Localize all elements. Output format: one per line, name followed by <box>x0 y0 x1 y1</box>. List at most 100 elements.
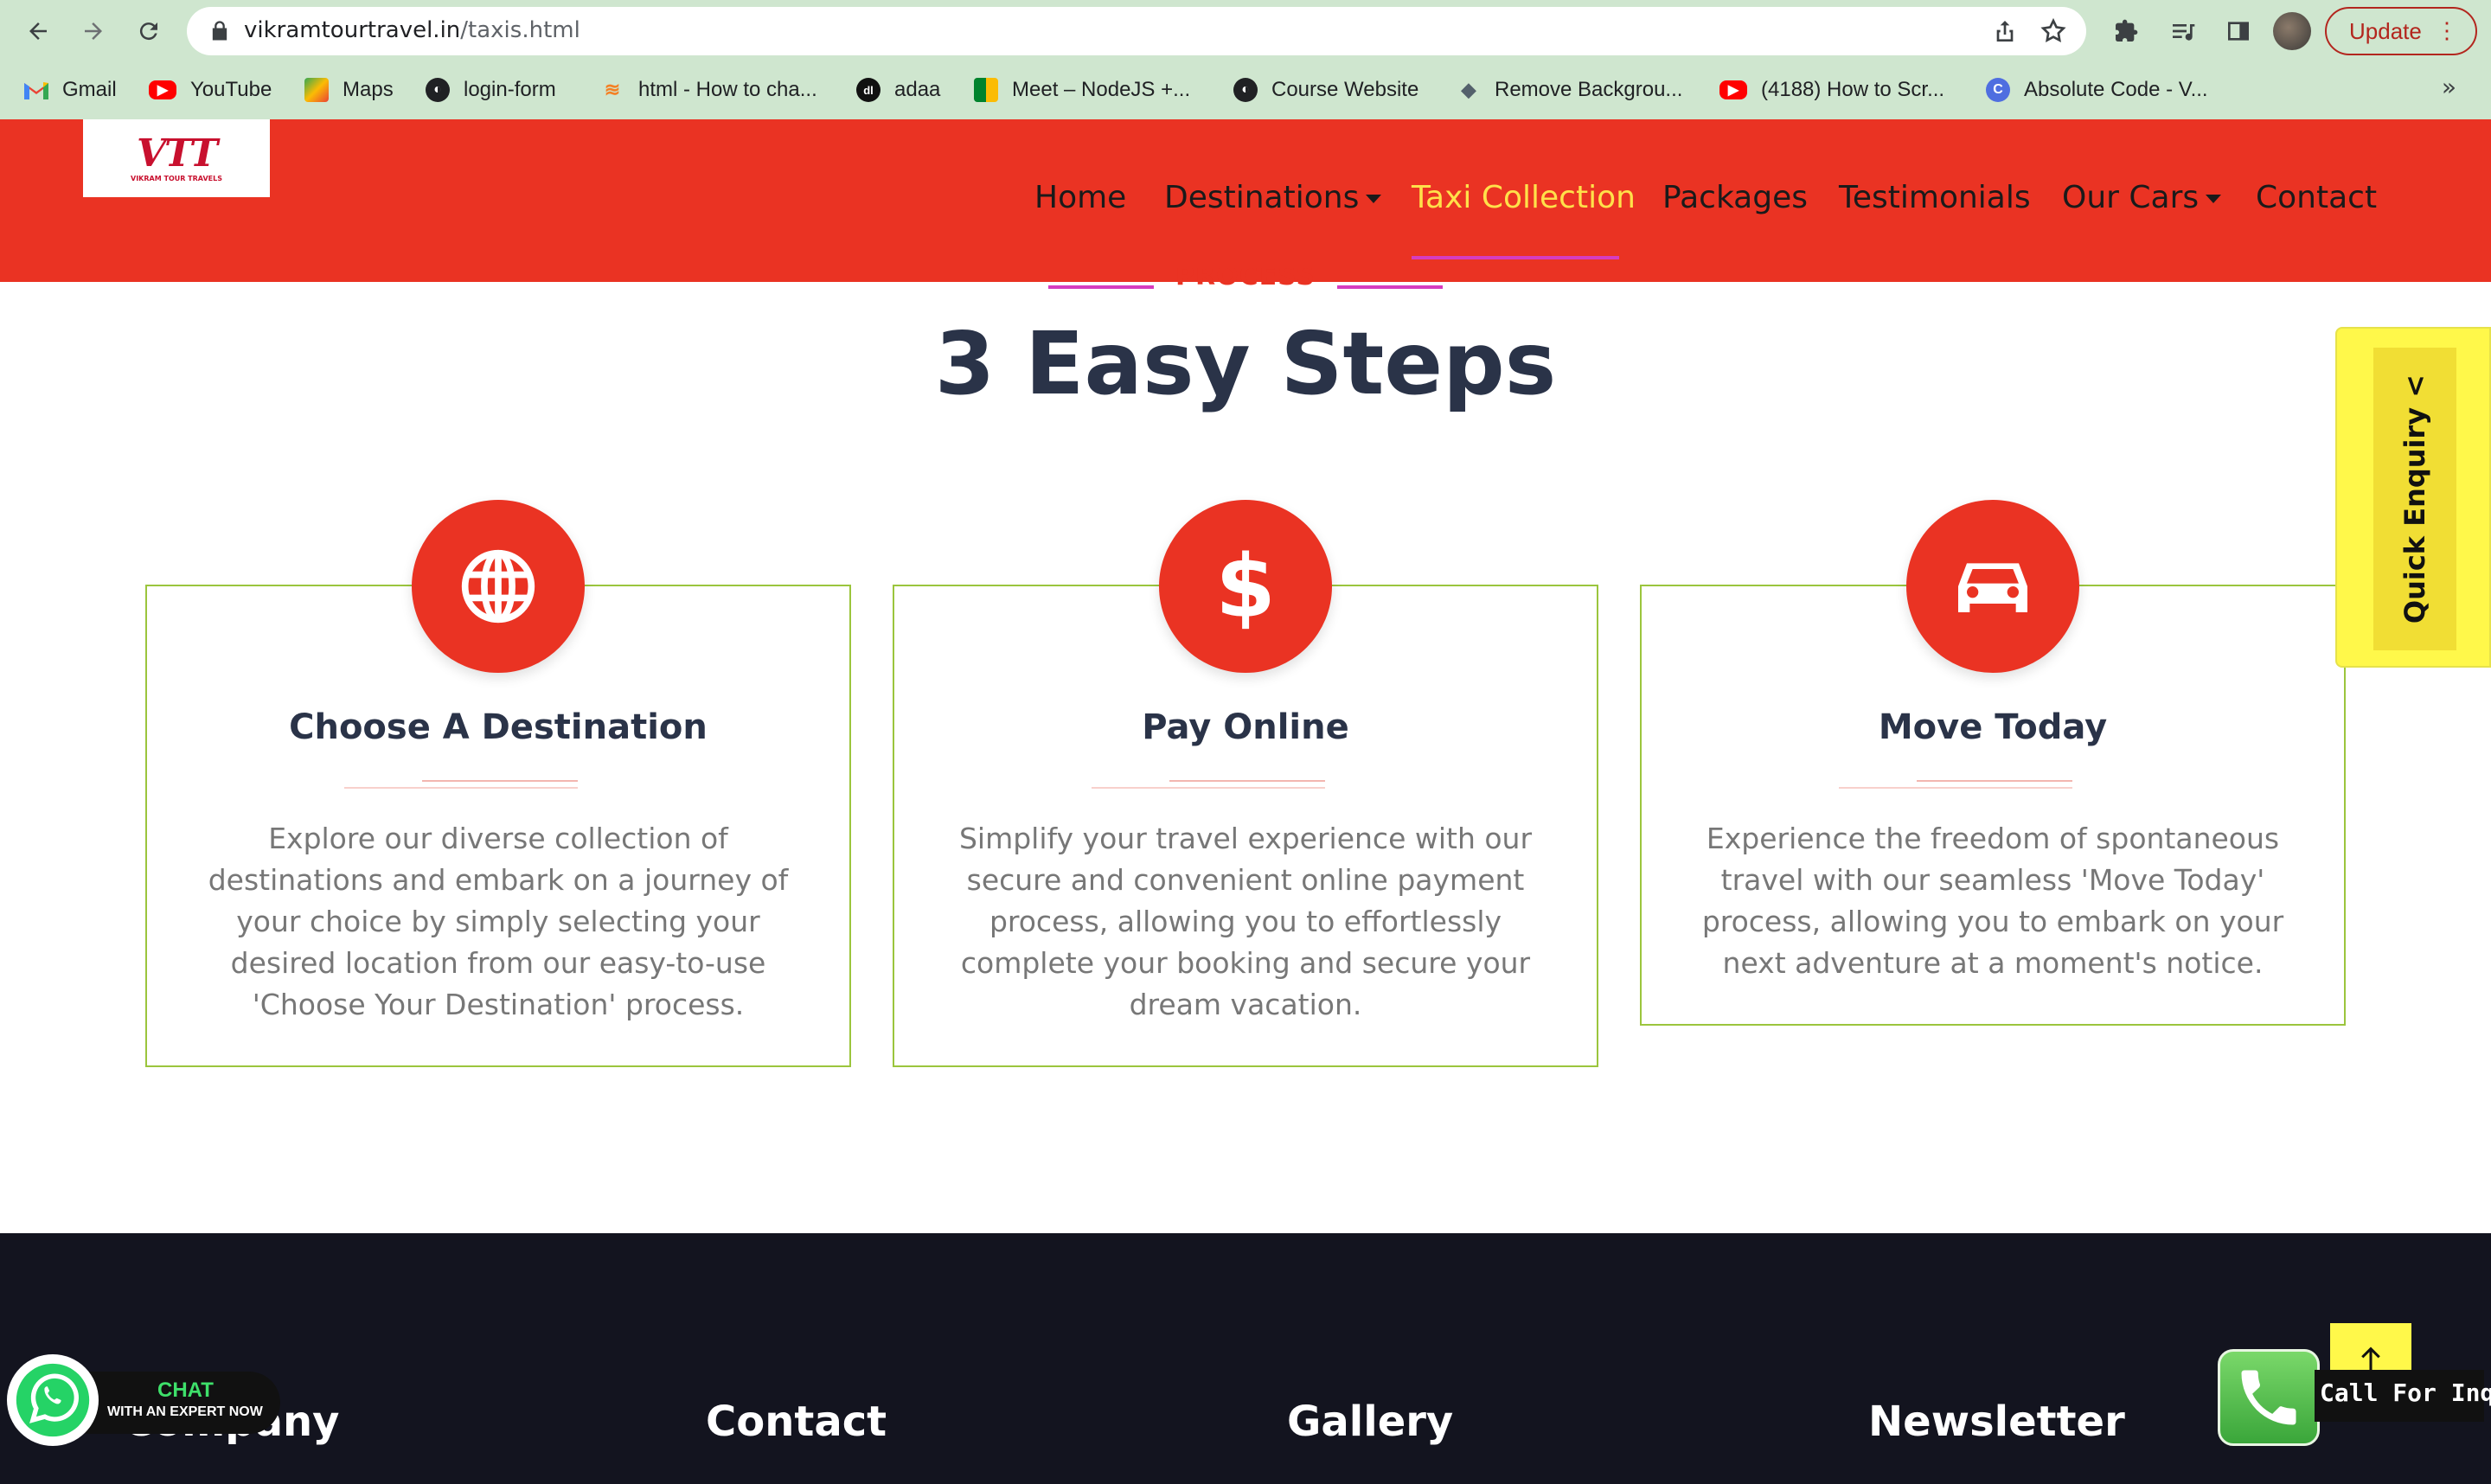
title-divider <box>1092 787 1325 789</box>
globe-icon: ◐ <box>1233 78 1258 102</box>
section-title: 3 Easy Steps <box>934 313 1557 414</box>
profile-avatar[interactable] <box>2273 12 2311 50</box>
bookmark-remove-bg[interactable]: ◆ Remove Backgrou... <box>1457 74 1683 106</box>
active-nav-underline <box>1412 256 1619 259</box>
bookmark-meet[interactable]: Meet – NodeJS +... <box>974 74 1190 106</box>
bookmark-maps[interactable]: Maps <box>304 74 394 106</box>
nav-our-cars-label: Our Cars <box>2062 180 2200 215</box>
footer-heading-contact: Contact <box>706 1398 887 1446</box>
car-icon <box>1906 500 2079 673</box>
bookmark-label: html - How to cha... <box>638 78 817 101</box>
absolutecode-icon: C <box>1986 78 2010 102</box>
stackoverflow-icon: ≋ <box>604 79 621 100</box>
reading-list-icon[interactable] <box>2164 12 2202 50</box>
removebg-icon: ◆ <box>1461 79 1476 100</box>
browser-chrome: vikramtourtravel.in/taxis.html Update ⋮ … <box>0 0 2491 119</box>
bookmark-label: Gmail <box>62 78 117 101</box>
quick-enquiry-label: Quick Enquiry < <box>2398 374 2431 624</box>
bookmark-absolute-code[interactable]: C Absolute Code - V... <box>1986 74 2208 106</box>
logo-subtitle: VIKRAM TOUR TRAVELS <box>131 174 222 182</box>
adaa-icon: dl <box>856 78 880 102</box>
menu-dots-icon[interactable]: ⋮ <box>2436 19 2458 42</box>
bookmark-label: Course Website <box>1271 78 1419 101</box>
step-description: Simplify your travel experience with our… <box>958 822 1533 1021</box>
bookmark-label: Remove Backgrou... <box>1495 78 1683 101</box>
extensions-icon[interactable] <box>2107 12 2145 50</box>
nav-home[interactable]: Home <box>1034 180 1126 215</box>
update-button[interactable]: Update ⋮ <box>2325 7 2477 55</box>
step-title: Move Today <box>1878 707 2108 747</box>
bookmark-label: adaa <box>894 78 941 101</box>
star-icon[interactable] <box>2040 17 2067 45</box>
chevron-left-icon: < <box>2398 374 2431 398</box>
caret-down-icon <box>2206 195 2222 203</box>
bookmark-label: Meet – NodeJS +... <box>1012 78 1191 101</box>
browser-toolbar: vikramtourtravel.in/taxis.html Update ⋮ <box>0 0 2491 62</box>
globe-icon: ◐ <box>426 78 450 102</box>
nav-our-cars[interactable]: Our Cars <box>2062 180 2222 215</box>
forward-icon[interactable] <box>73 10 114 52</box>
whatsapp-chat-widget[interactable]: CHAT WITH AN EXPERT NOW <box>7 1354 280 1446</box>
phone-icon[interactable] <box>2218 1349 2320 1446</box>
bookmark-course-website[interactable]: ◐ Course Website <box>1233 74 1418 106</box>
footer-heading-gallery: Gallery <box>1287 1398 1454 1446</box>
chat-title: CHAT <box>157 1378 214 1402</box>
title-divider <box>1917 780 2072 782</box>
maps-icon <box>304 78 329 102</box>
chat-subtitle: WITH AN EXPERT NOW <box>107 1404 263 1419</box>
youtube-icon: ▶ <box>1719 80 1747 99</box>
step-description: Experience the freedom of spontaneous tr… <box>1701 822 2284 980</box>
step-title: Pay Online <box>1142 707 1349 747</box>
bookmark-label: Absolute Code - V... <box>2024 78 2208 101</box>
bookmark-label: (4188) How to Scr... <box>1761 78 1945 101</box>
gmail-icon <box>24 78 48 102</box>
quick-enquiry-tab[interactable]: Quick Enquiry < <box>2335 327 2491 668</box>
nav-destinations-label: Destinations <box>1164 180 1360 215</box>
address-bar[interactable]: vikramtourtravel.in/taxis.html <box>187 7 2086 55</box>
title-divider <box>1839 787 2072 789</box>
title-divider <box>422 780 578 782</box>
call-inquiry-label[interactable]: Call For Inquiry <box>2320 1378 2491 1407</box>
logo-mark: VTT <box>136 131 218 176</box>
bookmark-gmail[interactable]: Gmail <box>24 74 117 106</box>
quick-enquiry-text: Quick Enquiry <box>2398 406 2431 624</box>
youtube-icon: ▶ <box>149 80 176 99</box>
footer-heading-newsletter: Newsletter <box>1868 1398 2125 1446</box>
whatsapp-icon <box>7 1354 99 1446</box>
bookmark-label: YouTube <box>190 78 272 101</box>
bookmarks-overflow-icon[interactable]: » <box>2442 73 2456 101</box>
site-logo[interactable]: VTT VIKRAM TOUR TRAVELS <box>83 119 270 197</box>
bookmark-youtube-scroll[interactable]: ▶ (4188) How to Scr... <box>1719 74 1944 106</box>
meet-icon <box>974 78 998 102</box>
eyebrow-text: PROCESS <box>1175 268 1316 287</box>
share-icon[interactable] <box>1991 17 2019 45</box>
section-eyebrow: PROCESS <box>1124 268 1367 287</box>
url-text[interactable]: vikramtourtravel.in/taxis.html <box>244 17 580 43</box>
site-footer <box>0 1233 2491 1484</box>
bookmarks-bar: Gmail ▶ YouTube Maps ◐ login-form ≋ html - … <box>0 69 2491 111</box>
nav-testimonials[interactable]: Testimonials <box>1839 180 2031 215</box>
nav-contact[interactable]: Contact <box>2256 180 2377 215</box>
reload-icon[interactable] <box>128 10 170 52</box>
step-description: Explore our diverse collection of destin… <box>208 822 789 1021</box>
svg-text:$: $ <box>1215 543 1276 630</box>
title-divider <box>344 787 578 789</box>
nav-packages[interactable]: Packages <box>1662 180 1808 215</box>
bookmark-stackoverflow[interactable]: ≋ html - How to cha... <box>600 74 817 106</box>
nav-taxi-collection[interactable]: Taxi Collection <box>1412 180 1636 215</box>
back-icon[interactable] <box>17 10 59 52</box>
update-label: Update <box>2349 17 2422 44</box>
dollar-icon: $ <box>1159 500 1332 673</box>
bookmark-youtube[interactable]: ▶ YouTube <box>149 74 272 106</box>
bookmark-label: login-form <box>464 78 556 101</box>
step-title: Choose A Destination <box>289 707 708 747</box>
site-navbar: VTT VIKRAM TOUR TRAVELS Home Destination… <box>0 119 2491 282</box>
bookmark-login-form[interactable]: ◐ login-form <box>426 74 556 106</box>
side-panel-icon[interactable] <box>2219 12 2257 50</box>
caret-down-icon <box>1366 195 1382 203</box>
url-host: vikramtourtravel.in <box>244 17 461 43</box>
title-divider <box>1169 780 1325 782</box>
globe-icon <box>412 500 585 673</box>
bookmark-adaa[interactable]: dl adaa <box>856 74 940 106</box>
nav-destinations[interactable]: Destinations <box>1164 180 1382 215</box>
